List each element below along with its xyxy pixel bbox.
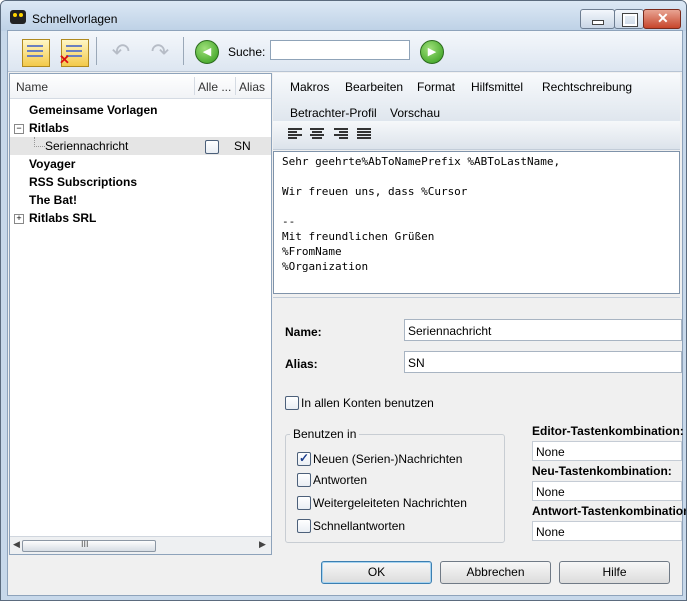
template-editor-panel: Makros Bearbeiten Format Hilfsmittel Rec… <box>273 73 686 554</box>
template-text-editor[interactable]: Sehr geehrte%AbToNamePrefix %ABToLastNam… <box>273 151 680 294</box>
reply-hotkey-label: Antwort-Tastenkombination: <box>532 504 687 518</box>
tree-item[interactable]: RSS Subscriptions <box>10 173 271 191</box>
tree-item[interactable]: Voyager <box>10 155 271 173</box>
minimize-button[interactable] <box>580 9 615 29</box>
new-hotkey-field[interactable]: None <box>532 481 682 501</box>
use-in-checkbox[interactable] <box>297 519 311 533</box>
align-left-icon[interactable] <box>288 128 302 140</box>
close-icon: ✕ <box>657 10 669 26</box>
use-in-option-label: Neuen (Serien-)Nachrichten <box>313 452 463 466</box>
column-divider[interactable] <box>235 77 236 95</box>
tree-column-header: Name Alle ... Alias <box>10 74 271 99</box>
column-alias[interactable]: Alias <box>239 80 265 94</box>
tree-item-label: Gemeinsame Vorlagen <box>29 103 158 117</box>
minimize-icon <box>592 20 604 25</box>
expand-icon[interactable]: + <box>14 214 24 224</box>
tree-item[interactable]: + Ritlabs SRL <box>10 209 271 227</box>
column-divider[interactable] <box>194 77 195 95</box>
align-center-icon[interactable] <box>310 128 324 140</box>
menu-makros[interactable]: Makros <box>290 80 329 94</box>
use-in-group-title: Benutzen in <box>290 427 360 441</box>
menu-bearbeiten[interactable]: Bearbeiten <box>345 80 403 94</box>
tree-item-alias: SN <box>234 139 251 153</box>
use-in-checkbox[interactable] <box>297 473 311 487</box>
dialog-window: Schnellvorlagen ✕ ✕ ↶ ↷ ◀ Suche: ▶ Name … <box>0 0 687 601</box>
toolbar-separator <box>96 37 97 65</box>
template-properties: Name: Seriennachricht Alias: SN In allen… <box>273 297 686 554</box>
use-in-group: Benutzen in ✓ Neuen (Serien-)Nachrichten… <box>285 427 505 543</box>
tree-item-label: Ritlabs <box>29 121 70 135</box>
alias-field[interactable]: SN <box>404 351 682 373</box>
name-field[interactable]: Seriennachricht <box>404 319 682 341</box>
tree-item-label: Voyager <box>29 157 76 171</box>
template-tree: Name Alle ... Alias Gemeinsame Vorlagen … <box>9 73 272 555</box>
search-label: Suche: <box>228 45 266 59</box>
all-accounts-option-label: In allen Konten benutzen <box>301 396 434 410</box>
collapse-icon[interactable]: − <box>14 124 24 134</box>
search-previous-icon[interactable]: ◀ <box>195 40 219 64</box>
window-title: Schnellvorlagen <box>32 12 118 26</box>
tree-item[interactable]: − Ritlabs <box>10 119 271 137</box>
tree-item[interactable]: Gemeinsame Vorlagen <box>10 101 271 119</box>
new-template-icon[interactable] <box>22 39 50 67</box>
name-label: Name: <box>285 325 322 339</box>
menu-rechtschreibung[interactable]: Rechtschreibung <box>542 80 632 94</box>
scroll-left-icon[interactable]: ◀ <box>13 539 20 550</box>
delete-template-icon[interactable]: ✕ <box>59 39 89 67</box>
tree-item-label: Seriennachricht <box>45 139 129 153</box>
menu-hilfsmittel[interactable]: Hilfsmittel <box>471 80 523 94</box>
redo-icon[interactable]: ↷ <box>147 39 173 65</box>
tree-item[interactable]: The Bat! <box>10 191 271 209</box>
use-in-option-label: Schnellantworten <box>313 519 406 533</box>
alias-label: Alias: <box>285 357 318 371</box>
horizontal-scrollbar[interactable]: ◀ III ▶ <box>10 536 271 554</box>
menu-format[interactable]: Format <box>417 80 455 94</box>
all-accounts-option-checkbox[interactable] <box>285 396 299 410</box>
use-in-option-label: Weitergeleiteten Nachrichten <box>313 496 467 510</box>
tree-item-label: RSS Subscriptions <box>29 175 138 189</box>
tree-connector <box>34 137 45 147</box>
column-all-accounts[interactable]: Alle ... <box>198 80 231 94</box>
cancel-button[interactable]: Abbrechen <box>440 561 551 584</box>
editor-menu-bar: Makros Bearbeiten Format Hilfsmittel Rec… <box>273 73 680 122</box>
new-hotkey-label: Neu-Tastenkombination: <box>532 464 672 478</box>
tree-item-selected[interactable]: Seriennachricht SN <box>10 137 271 155</box>
format-toolbar <box>273 121 680 150</box>
the-bat-app-icon <box>10 10 26 24</box>
tree-item-label: The Bat! <box>29 193 77 207</box>
scrollbar-grip: III <box>81 539 89 549</box>
menu-vorschau[interactable]: Vorschau <box>390 106 440 120</box>
toolbar-separator <box>183 37 184 65</box>
column-name[interactable]: Name <box>16 80 48 94</box>
dialog-button-bar: OK Abbrechen Hilfe <box>8 557 682 595</box>
maximize-icon <box>622 13 638 27</box>
close-button[interactable]: ✕ <box>643 9 681 29</box>
menu-betrachter-profil[interactable]: Betrachter-Profil <box>290 106 377 120</box>
title-bar: Schnellvorlagen ✕ <box>1 1 686 31</box>
reply-hotkey-field[interactable]: None <box>532 521 682 541</box>
ok-button[interactable]: OK <box>321 561 432 584</box>
use-in-option-label: Antworten <box>313 473 368 487</box>
use-in-checkbox[interactable] <box>297 496 311 510</box>
maximize-button[interactable] <box>614 9 644 29</box>
align-right-icon[interactable] <box>334 128 348 140</box>
scroll-right-icon[interactable]: ▶ <box>259 539 266 550</box>
tree-item-label: Ritlabs SRL <box>29 211 97 225</box>
use-in-checkbox[interactable]: ✓ <box>297 451 311 466</box>
editor-hotkey-field[interactable]: None <box>532 441 682 461</box>
editor-hotkey-label: Editor-Tastenkombination: <box>532 424 684 438</box>
align-justify-icon[interactable] <box>357 128 371 140</box>
search-next-icon[interactable]: ▶ <box>420 40 444 64</box>
search-input[interactable] <box>270 40 410 60</box>
all-accounts-checkbox[interactable] <box>205 140 219 154</box>
scrollbar-thumb[interactable]: III <box>22 539 156 552</box>
dialog-client: ✕ ↶ ↷ ◀ Suche: ▶ Name Alle ... Alias Gem… <box>7 30 686 596</box>
checkmark-icon: ✓ <box>299 451 310 465</box>
toolbar: ✕ ↶ ↷ ◀ Suche: ▶ <box>8 31 682 72</box>
help-button[interactable]: Hilfe <box>559 561 670 584</box>
undo-icon[interactable]: ↶ <box>108 39 134 65</box>
